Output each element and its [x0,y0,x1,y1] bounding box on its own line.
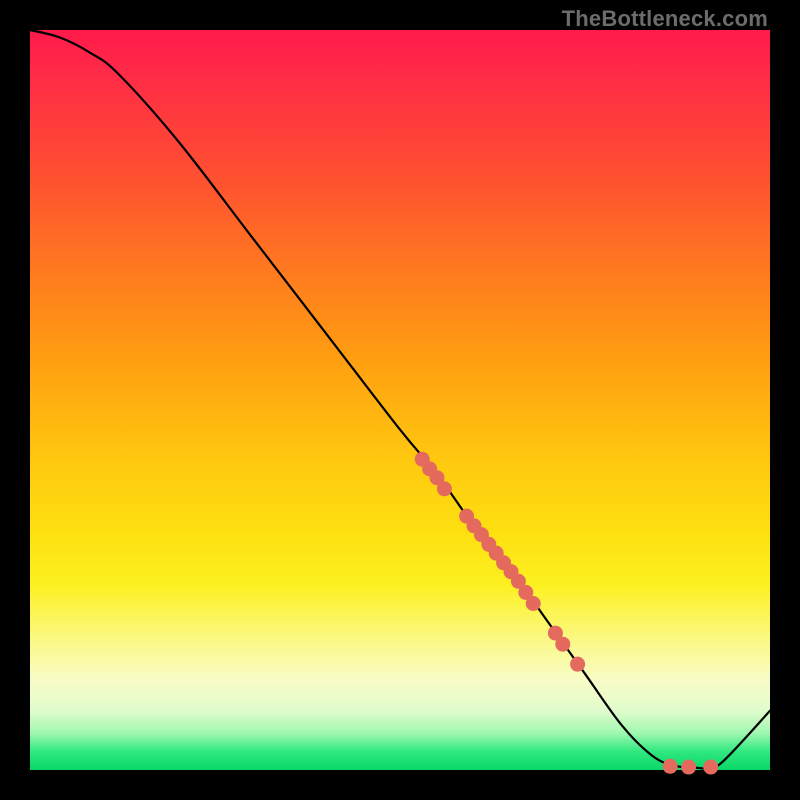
watermark-text: TheBottleneck.com [562,6,768,32]
marker-point [703,760,718,775]
chart-svg [30,30,770,770]
markers-group [415,452,719,775]
marker-point [681,760,696,775]
marker-point [570,657,585,672]
marker-point [437,481,452,496]
plot-area [30,30,770,770]
marker-point [663,759,678,774]
marker-point [555,637,570,652]
marker-point [526,596,541,611]
chart-container: TheBottleneck.com [0,0,800,800]
bottleneck-curve [30,30,770,769]
